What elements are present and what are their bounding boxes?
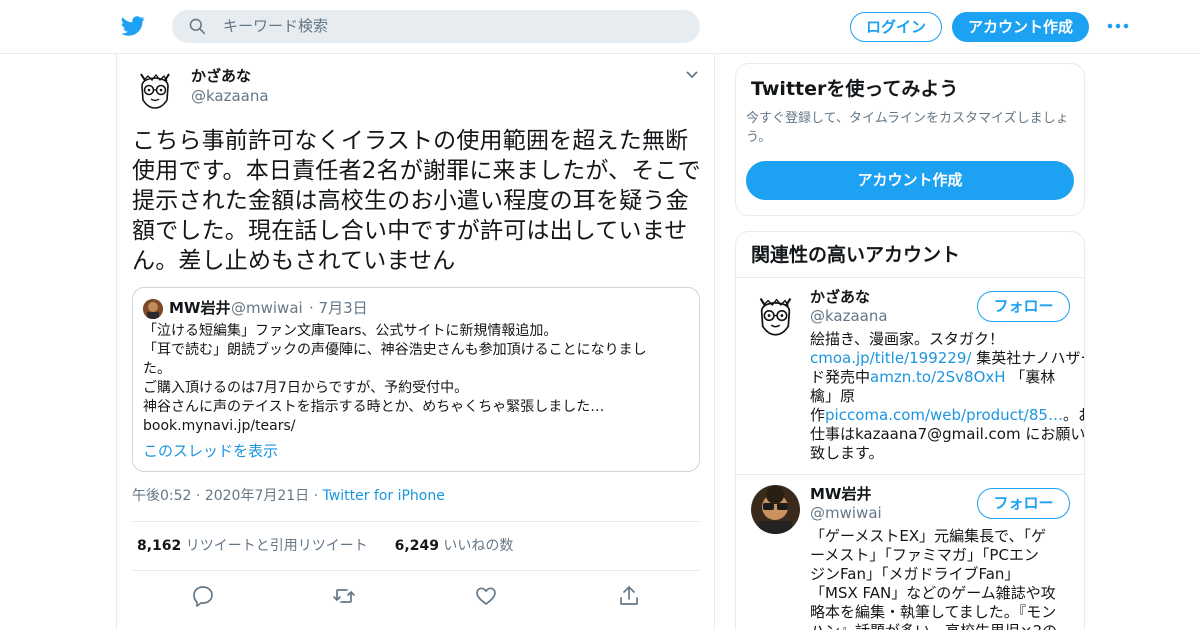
divider: [132, 521, 700, 522]
divider: [132, 570, 700, 571]
signup-card-title: Twitterを使ってみよう: [751, 78, 959, 100]
bio-line: 略本を編集・執筆してました。『モン: [810, 603, 1057, 621]
bio-text: ド発売中: [810, 368, 871, 386]
tweet-stats: 8,162 リツイートと引用リツイート 6,249 いいねの数: [137, 536, 513, 556]
quoted-avatar-image: [143, 299, 163, 319]
bio-line: 仕事はkazaana7@gmail.com にお願い: [810, 425, 1085, 443]
quoted-tweet[interactable]: MW岩井 @mwiwai · 7月3日 「泣ける短編集」ファン文庫Tears、公…: [132, 287, 700, 472]
quoted-line: た。: [143, 361, 171, 377]
bio-text: 作: [810, 406, 826, 424]
show-thread-link[interactable]: このスレッドを表示: [143, 441, 278, 461]
separator-dot: ·: [195, 488, 201, 504]
bio-line: ハン』話題が多い。高校生男児×2の: [810, 622, 1072, 630]
bio-text: 「裏林: [1005, 368, 1056, 386]
quoted-avatar: [143, 299, 163, 319]
retweet-stat[interactable]: 8,162 リツイートと引用リツイート: [137, 538, 368, 554]
tweet-source[interactable]: Twitter for iPhone: [323, 488, 445, 504]
account-avatar[interactable]: [751, 485, 800, 534]
quoted-date-value: 7月3日: [318, 299, 368, 317]
quoted-line: 「耳で読む」朗読ブックの声優陣に、神谷浩史さんも参加頂けることになりまし: [143, 342, 647, 358]
bio-text: 。お: [1062, 406, 1084, 424]
top-bar: キーワード検索 ログイン アカウント作成: [0, 0, 1200, 54]
account-bio: 「ゲーメストEX」元編集長で、「ゲ ーメスト」「ファミマガ」「PCエン ジンFa…: [810, 527, 1072, 630]
signup-card-button[interactable]: アカウント作成: [746, 161, 1074, 200]
bio-text: 集英社ナノハザー: [971, 349, 1085, 367]
search-icon: [189, 18, 206, 35]
chevron-down-icon[interactable]: [685, 70, 699, 80]
quoted-line: 「泣ける短編集」ファン文庫Tears、公式サイトに新規情報追加。: [143, 323, 558, 339]
quoted-date: · 7月3日: [309, 299, 368, 317]
tweet-text: こちら事前許可なくイラストの使用範囲を超えた無断使用です。本日責任者2名が謝罪に…: [132, 128, 701, 274]
bio-line: ーメスト」「ファミマガ」「PCエン: [810, 546, 1039, 564]
bio-line: 「ゲーメストEX」元編集長で、「ゲ: [810, 527, 1047, 545]
author-handle[interactable]: @kazaana: [191, 86, 269, 106]
separator-dot: ·: [313, 488, 319, 504]
account-name[interactable]: MW岩井: [810, 484, 871, 504]
reply-icon[interactable]: [191, 584, 215, 608]
bio-line: 「MSX FAN」などのゲーム雑誌や攻: [810, 584, 1056, 602]
bio-line: ド発売中amzn.to/2Sv8OxH 「裏林: [810, 368, 1072, 387]
related-accounts-title: 関連性の高いアカウント: [751, 244, 961, 266]
bio-link[interactable]: piccoma.com/web/product/85…: [825, 406, 1063, 424]
quoted-text: 「泣ける短編集」ファン文庫Tears、公式サイトに新規情報追加。 「耳で読む」朗…: [143, 322, 695, 436]
tweet-timestamp: 午後0:52 · 2020年7月21日 · Twitter for iPhone: [132, 486, 445, 506]
bio-link[interactable]: cmoa.jp/title/199229/: [810, 349, 971, 367]
related-accounts-card: 関連性の高いアカウント かざあな @kazaana フォロー 絵描き、漫画家。ス…: [735, 231, 1085, 630]
more-dots-icon[interactable]: [1106, 22, 1130, 30]
signup-card-subtitle: 今すぐ登録して、タイムラインをカスタマイズしましょう。: [746, 111, 1069, 145]
retweet-label: リツイートと引用リツイート: [185, 538, 368, 554]
tweet-time[interactable]: 午後0:52: [132, 488, 191, 504]
quoted-line: 神谷さんに声のテイストを指示する時とか、めちゃくちゃ緊張しました…: [143, 399, 605, 415]
tweet-date[interactable]: 2020年7月21日: [205, 488, 309, 504]
avatar[interactable]: [132, 66, 178, 112]
bio-line: 檎」原: [810, 387, 856, 405]
login-button[interactable]: ログイン: [850, 12, 942, 42]
twitter-bird-icon[interactable]: [120, 14, 146, 38]
retweet-icon[interactable]: [332, 584, 356, 608]
like-heart-icon[interactable]: [474, 584, 498, 608]
divider: [736, 277, 1084, 278]
bio-line: 致します。: [810, 444, 884, 462]
share-icon[interactable]: [617, 584, 641, 608]
account-handle[interactable]: @mwiwai: [810, 503, 882, 523]
like-count: 6,249: [394, 538, 439, 554]
retweet-count: 8,162: [137, 538, 182, 554]
bio-line: cmoa.jp/title/199229/ 集英社ナノハザー: [810, 349, 1084, 368]
bio-line: ジンFan」「メガドライブFan」: [810, 565, 1020, 583]
divider: [736, 474, 1084, 475]
bio-line: 絵描き、漫画家。スタガク！: [810, 330, 1004, 348]
tweet-detail: かざあな @kazaana こちら事前許可なくイラストの使用範囲を超えた無断使用…: [116, 54, 715, 630]
bio-line: 作piccoma.com/web/product/85…。お: [810, 406, 1084, 425]
signup-button[interactable]: アカウント作成: [952, 12, 1089, 42]
search-input[interactable]: キーワード検索: [223, 17, 328, 36]
search-bar[interactable]: キーワード検索: [172, 10, 700, 43]
account-avatar[interactable]: [751, 290, 800, 339]
account-bio: 絵描き、漫画家。スタガク！ cmoa.jp/title/199229/ 集英社ナ…: [810, 330, 1085, 463]
quoted-line: ご購入頂けるのは7月7日からですが、予約受付中。: [143, 380, 469, 396]
quoted-handle: @mwiwai: [231, 299, 303, 317]
account-name[interactable]: かざあな: [810, 287, 870, 307]
like-label: いいねの数: [443, 538, 514, 554]
quoted-link[interactable]: book.mynavi.jp/tears/: [143, 417, 695, 436]
author-name[interactable]: かざあな: [191, 66, 251, 86]
bio-link[interactable]: amzn.to/2Sv8OxH: [870, 368, 1006, 386]
tweet-actions: [117, 584, 716, 610]
like-stat[interactable]: 6,249 いいねの数: [395, 538, 514, 554]
follow-button[interactable]: フォロー: [977, 488, 1070, 519]
signup-card: Twitterを使ってみよう 今すぐ登録して、タイムラインをカスタマイズしましょ…: [735, 63, 1085, 216]
follow-button[interactable]: フォロー: [977, 291, 1070, 322]
account-handle[interactable]: @kazaana: [810, 306, 888, 326]
quoted-name: MW岩井: [169, 299, 231, 317]
